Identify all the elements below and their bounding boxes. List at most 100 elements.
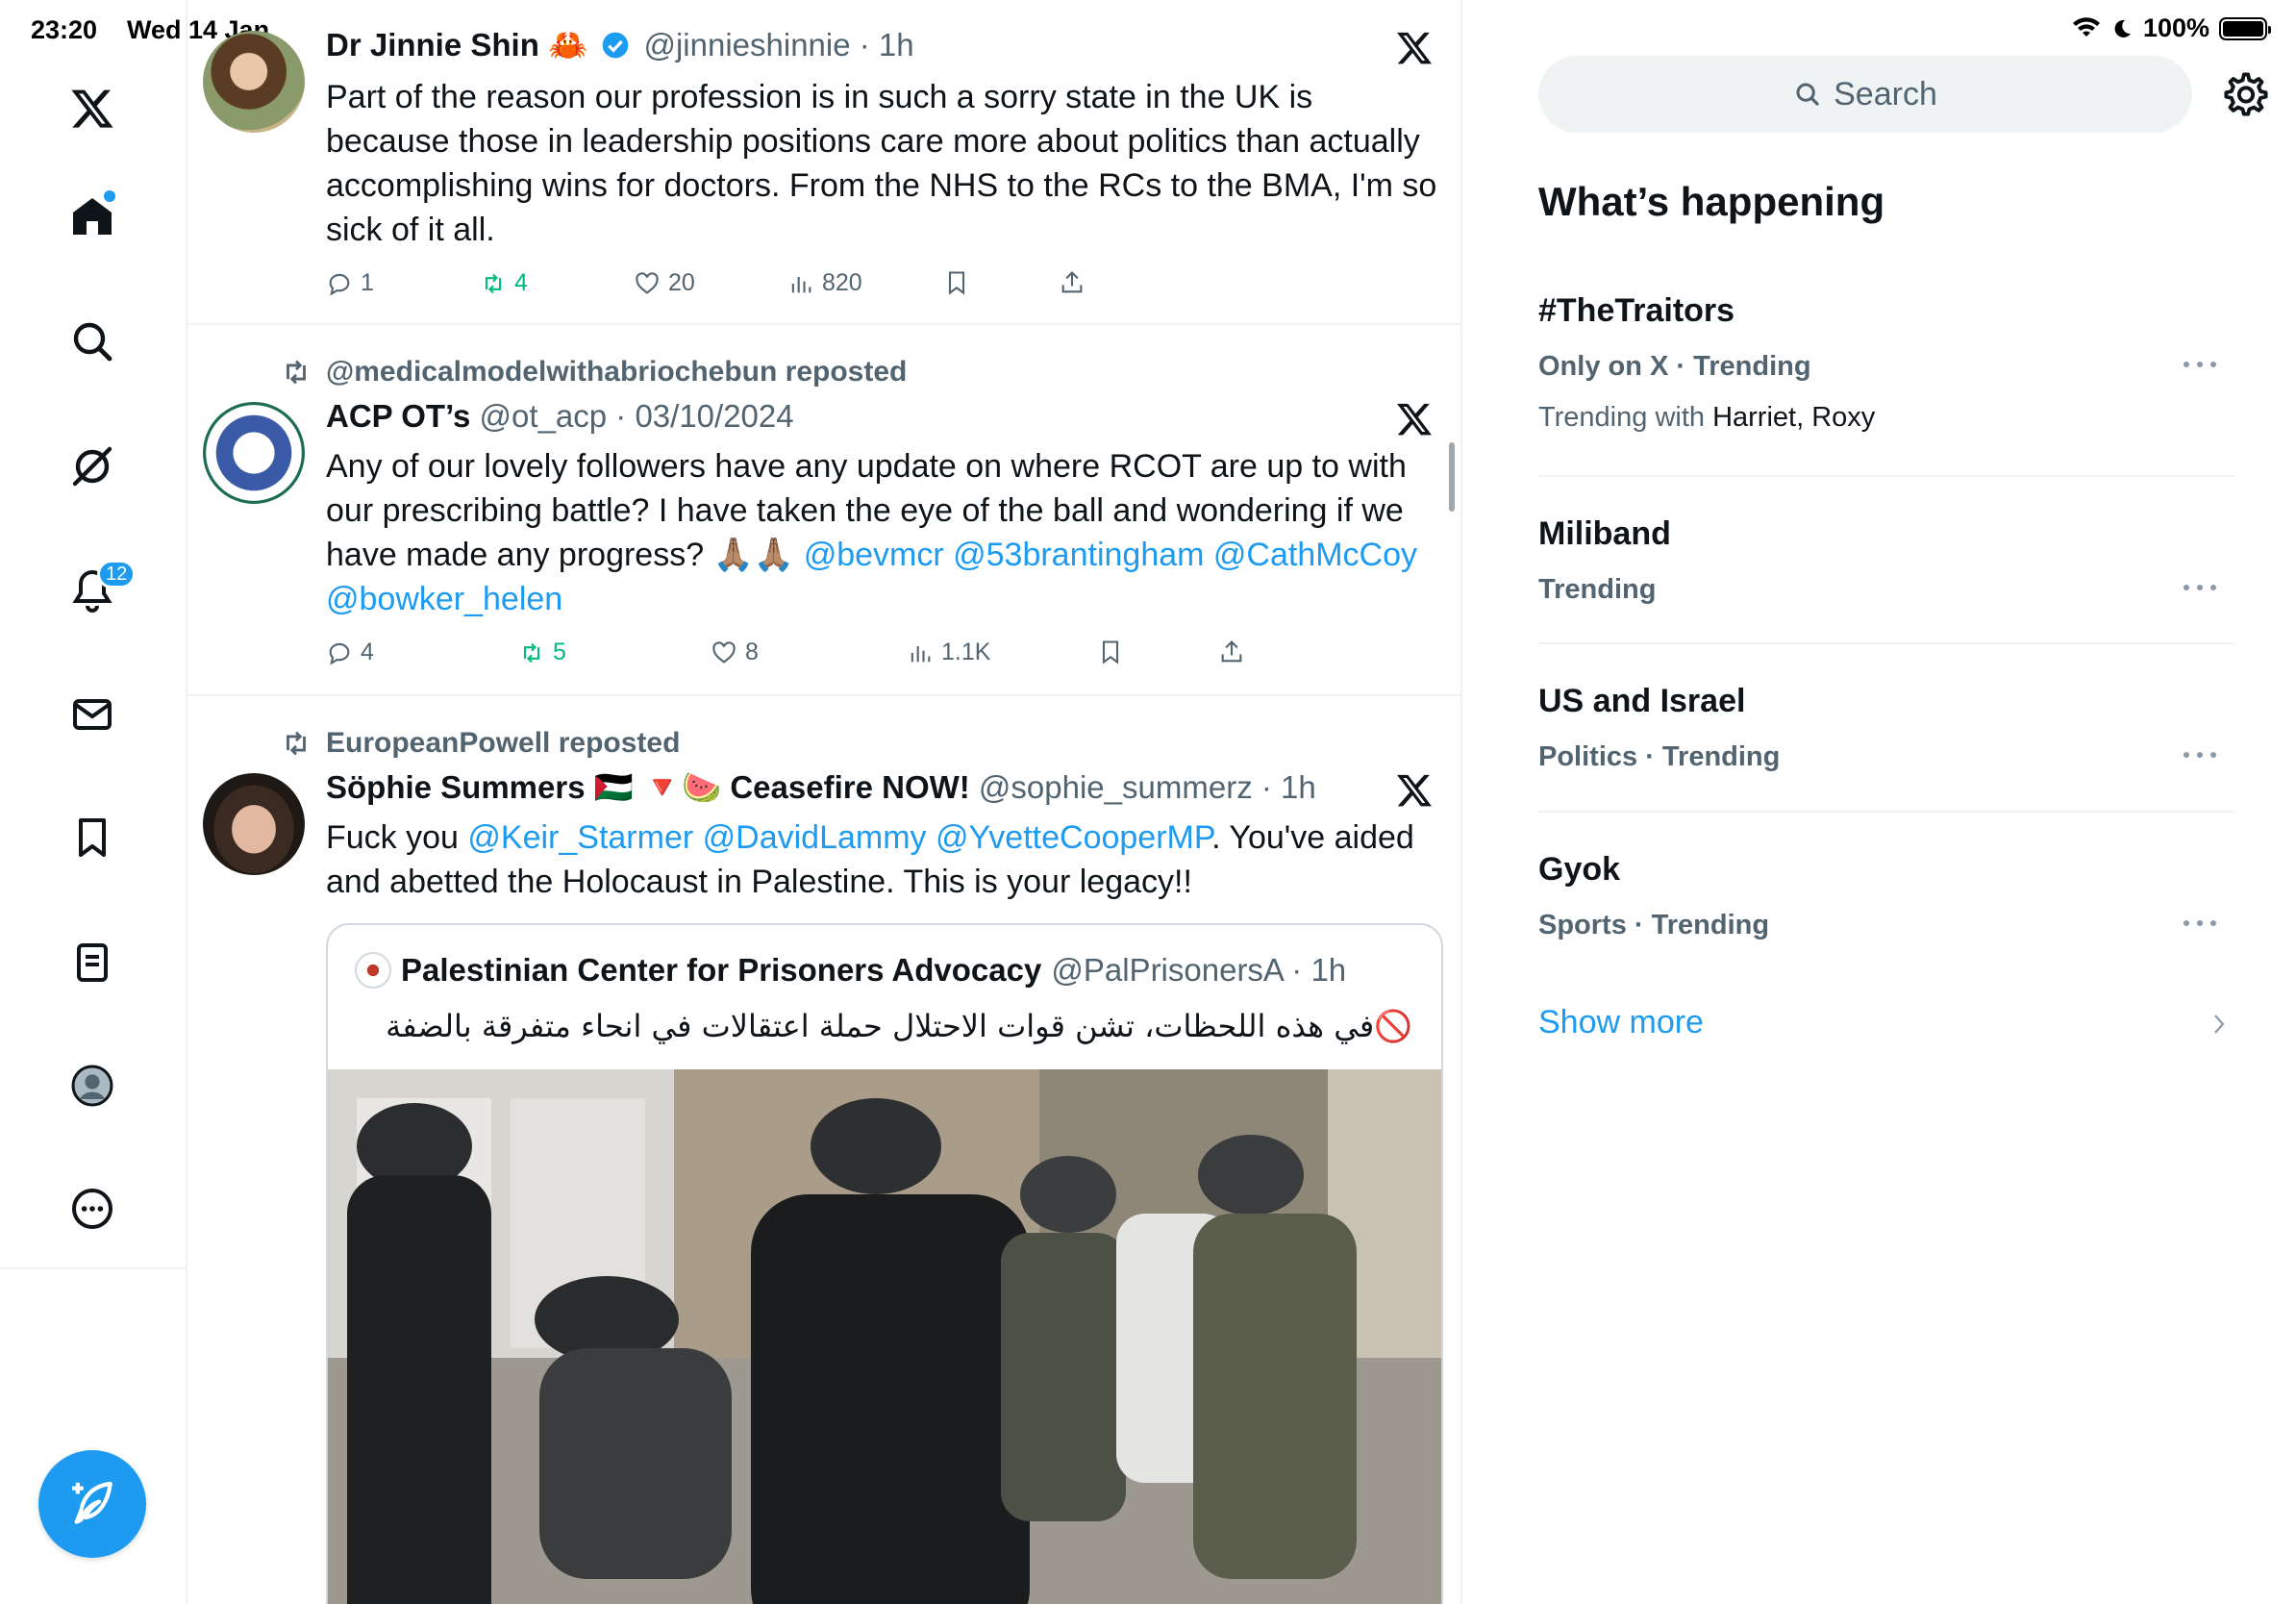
compose-feather-icon <box>72 1481 112 1524</box>
feed-scrollbar[interactable] <box>1449 442 1455 512</box>
trend-divider <box>1538 642 2234 644</box>
tweet-header: ACP OT’s @ot_acp · 03/10/2024 <box>326 398 794 435</box>
bookmark-button[interactable] <box>943 269 970 296</box>
mention-links[interactable]: @Keir_Starmer @DavidLammy @YvetteCooperM… <box>467 819 1211 856</box>
like-count: 8 <box>745 639 759 665</box>
x-logo-icon <box>1397 32 1432 64</box>
like-button[interactable]: 20 <box>634 269 695 297</box>
settings-gear-icon[interactable] <box>2221 69 2271 119</box>
trend-divider <box>1538 475 2234 477</box>
author-handle[interactable]: @jinnieshinnie · 1h <box>643 27 913 63</box>
reply-count: 4 <box>361 639 374 665</box>
sidebar-nav: 12 <box>0 0 186 1604</box>
more-dots-icon[interactable] <box>2181 750 2219 760</box>
tweet-text-line: accomplishing wins for doctors. From the… <box>326 167 1437 204</box>
show-more-link[interactable]: Show more <box>1538 1004 1704 1041</box>
more-dots-icon[interactable] <box>2181 583 2219 592</box>
timeline-feed[interactable]: Dr Jinnie Shin 🦀 @jinnieshinnie · 1h Par… <box>186 0 1462 1604</box>
profile-icon[interactable] <box>59 1052 126 1119</box>
reply-icon <box>329 273 350 296</box>
verified-badge-icon <box>602 32 629 59</box>
trend-related-label: Trending with <box>1538 402 1713 433</box>
tweet[interactable]: EuropeanPowell reposted Söphie Summers 🇵… <box>187 696 1460 1604</box>
share-button[interactable] <box>1059 269 1086 296</box>
tweet-text-line: Any of our lovely followers have any upd… <box>326 448 1407 485</box>
messages-icon[interactable] <box>59 681 126 748</box>
bookmark-button[interactable] <box>1097 639 1124 665</box>
share-button[interactable] <box>1218 639 1245 665</box>
author-name[interactable]: Söphie Summers 🇵🇸 🔻🍉 Ceasefire NOW! <box>326 769 970 805</box>
trend-meta: Trending <box>1538 574 1657 605</box>
trend-item[interactable]: Miliband Trending <box>1538 515 2234 606</box>
lists-icon[interactable] <box>59 929 126 996</box>
repost-count: 5 <box>553 639 566 665</box>
author-name[interactable]: ACP OT’s <box>326 398 470 434</box>
reply-icon <box>329 642 350 665</box>
mention-links[interactable]: @bevmcr @53brantingham @CathMcCoy <box>804 537 1417 573</box>
compose-post-button[interactable] <box>38 1450 146 1558</box>
x-logo-icon <box>1397 774 1432 807</box>
like-button[interactable]: 8 <box>711 639 759 666</box>
grok-icon[interactable] <box>59 433 126 500</box>
trend-title: US and Israel <box>1538 683 1746 719</box>
more-dots-icon[interactable] <box>2181 918 2219 928</box>
quoted-tweet[interactable]: Palestinian Center for Prisoners Advocac… <box>326 923 1443 1604</box>
repost-button[interactable]: 4 <box>480 269 528 297</box>
tweet-text: Any of our lovely followers have any upd… <box>326 444 1441 621</box>
moon-icon <box>2114 19 2131 38</box>
views-button[interactable]: 1.1K <box>907 639 990 666</box>
reposted-by[interactable]: EuropeanPowell reposted <box>326 727 680 760</box>
quoted-author-name[interactable]: Palestinian Center for Prisoners Advocac… <box>401 952 1041 989</box>
nav-divider <box>0 1267 186 1269</box>
battery-icon <box>2219 16 2271 40</box>
home-icon[interactable] <box>59 183 126 250</box>
quoted-author-handle[interactable]: @PalPrisonersA · 1h <box>1051 952 1346 989</box>
tweet-text-line: Part of the reason our profession is in … <box>326 79 1313 115</box>
notifications-icon[interactable]: 12 <box>59 556 137 623</box>
author-handle[interactable]: @ot_acp · 03/10/2024 <box>480 398 794 434</box>
trend-item[interactable]: Gyok Sports · Trending <box>1538 851 2234 941</box>
tweet-text-line: Fuck you @Keir_Starmer @DavidLammy @Yvet… <box>326 815 1441 860</box>
bookmark-icon <box>1102 640 1119 664</box>
views-count: 820 <box>822 269 862 296</box>
tweet[interactable]: Dr Jinnie Shin 🦀 @jinnieshinnie · 1h Par… <box>187 0 1460 325</box>
repost-count: 4 <box>514 269 528 296</box>
trend-item[interactable]: US and Israel Politics · Trending <box>1538 683 2234 773</box>
avatar[interactable] <box>203 31 305 133</box>
avatar[interactable] <box>203 402 305 504</box>
more-dots-icon[interactable] <box>2181 360 2219 369</box>
search-input[interactable]: Search <box>1538 56 2192 133</box>
trends-title: What’s happening <box>1538 179 1885 224</box>
bookmarks-icon[interactable] <box>59 804 126 871</box>
tweet-header: Söphie Summers 🇵🇸 🔻🍉 Ceasefire NOW! @sop… <box>326 769 1316 807</box>
avatar[interactable] <box>203 773 305 875</box>
views-button[interactable]: 820 <box>787 269 862 297</box>
author-name[interactable]: Dr Jinnie Shin 🦀 <box>326 27 587 63</box>
bookmark-icon <box>948 271 965 295</box>
trend-item[interactable]: #TheTraitors Only on X · Trending Trendi… <box>1538 292 2234 434</box>
reply-button[interactable]: 4 <box>326 639 374 666</box>
repost-button[interactable]: 5 <box>518 639 566 666</box>
author-handle[interactable]: @sophie_summerz · 1h <box>979 769 1316 805</box>
explore-icon[interactable] <box>59 308 126 375</box>
quoted-tweet-image[interactable] <box>328 1069 1443 1604</box>
repost-icon <box>523 642 540 663</box>
quoted-avatar[interactable] <box>355 952 391 989</box>
trend-divider <box>1538 811 2234 813</box>
trend-related: Trending with Harriet, Roxy <box>1538 402 2234 434</box>
quoted-tweet-text: 🚫في هذه اللحظات، تشن قوات الاحتلال حملة … <box>386 1008 1412 1044</box>
x-logo-icon[interactable] <box>59 75 126 142</box>
trend-title: Gyok <box>1538 851 1621 888</box>
more-icon[interactable] <box>59 1175 126 1242</box>
notifications-badge: 12 <box>97 560 137 589</box>
reposted-by[interactable]: @medicalmodelwithabriochebun reposted <box>326 356 907 388</box>
tweet-text: Fuck you @Keir_Starmer @DavidLammy @Yvet… <box>326 815 1441 904</box>
chevron-right-icon[interactable] <box>2208 1010 2231 1039</box>
trend-meta: Sports · Trending <box>1538 910 1770 940</box>
tweet-text-line: our prescribing battle? I have taken the… <box>326 492 1404 529</box>
share-icon <box>1221 640 1242 663</box>
like-count: 20 <box>668 269 695 296</box>
mention-link[interactable]: @bowker_helen <box>326 577 1441 621</box>
reply-button[interactable]: 1 <box>326 269 374 297</box>
tweet[interactable]: @medicalmodelwithabriochebun reposted AC… <box>187 325 1460 696</box>
